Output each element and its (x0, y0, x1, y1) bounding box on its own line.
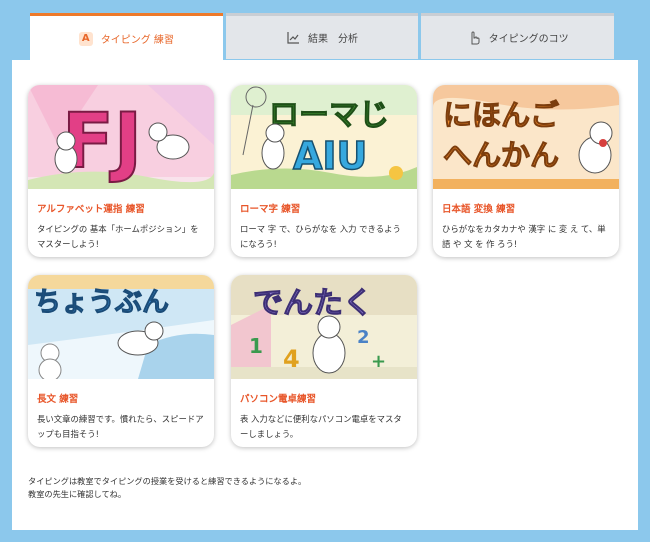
svg-text:にほんご: にほんご (443, 98, 559, 132)
svg-text:でんたく: でんたく (253, 286, 373, 321)
tab-result-analysis[interactable]: 結果 分析 (225, 13, 419, 59)
card-pc-calculator-practice[interactable]: でんたく 1 4 2 + パソコン電卓練習 表 入力などに便利なパソコン電卓をマ… (231, 275, 417, 447)
tab-bar: A タイピング 練習 結果 分析 タイピングのコツ (30, 13, 615, 61)
svg-text:4: 4 (283, 345, 300, 373)
svg-text:AIU: AIU (293, 134, 367, 178)
card-description: ひらがなをカタカナや 漢字 に 変 え て、単語 や 文 を 作 ろう! (442, 224, 606, 249)
letter-a-icon: A (78, 31, 93, 46)
tab-label: タイピングのコツ (488, 34, 569, 45)
card-title: 長文 練習 (37, 394, 79, 405)
card-illustration: FJ (28, 85, 214, 189)
svg-text:2: 2 (357, 327, 370, 348)
svg-text:ローマじ: ローマじ (269, 98, 389, 133)
footer-line: 教室の先生に確認してね。 (28, 489, 127, 499)
card-romaji-practice[interactable]: ローマじ AIU ローマ字 練習 ローマ 字 で、ひらがなを 入力 できるように… (231, 85, 417, 257)
card-description: ローマ 字 で、ひらがなを 入力 できるようになろう! (240, 224, 401, 249)
tab-typing-tips[interactable]: タイピングのコツ (421, 13, 615, 59)
card-illustration: でんたく 1 4 2 + (231, 275, 417, 379)
card-description: タイピングの 基本「ホームポジション」をマスターしよう! (37, 224, 199, 249)
card-title: ローマ字 練習 (240, 204, 301, 215)
card-illustration: ローマじ AIU (231, 85, 417, 189)
card-description: 長い文章の練習です。慣れたら、スピードアップも目指そう! (37, 414, 204, 439)
tab-typing-practice[interactable]: A タイピング 練習 (30, 13, 223, 61)
card-illustration: にほんご へんかん (433, 85, 619, 189)
card-title: パソコン電卓練習 (240, 394, 317, 405)
svg-text:ちょうぶん: ちょうぶん (34, 287, 169, 318)
card-alphabet-practice[interactable]: FJ アルファベット運指 練習 タイピングの 基本「ホームポジション」をマスター… (28, 85, 214, 257)
card-japanese-conversion-practice[interactable]: にほんご へんかん 日本語 変換 練習 ひらがなをカタカナや 漢字 に 変 え … (433, 85, 619, 257)
card-description: 表 入力などに便利なパソコン電卓をマスターしましょう。 (240, 414, 402, 439)
card-illustration: ちょうぶん (28, 275, 214, 379)
svg-text:へんかん: へんかん (443, 138, 559, 172)
card-title: 日本語 変換 練習 (442, 204, 516, 215)
pointing-hand-icon (467, 31, 481, 45)
line-chart-icon (286, 31, 300, 45)
footer-note: タイピングは教室でタイピングの授業を受けると練習できるようになるよ。 教室の先生… (28, 475, 306, 501)
card-title: アルファベット運指 練習 (37, 204, 145, 215)
card-long-text-practice[interactable]: ちょうぶん 長文 練習 長い文章の練習です。慣れたら、スピードアップも目指そう! (28, 275, 214, 447)
tab-label: タイピング 練習 (100, 35, 174, 46)
footer-line: タイピングは教室でタイピングの授業を受けると練習できるようになるよ。 (28, 476, 307, 486)
svg-text:+: + (371, 351, 386, 372)
tab-label: 結果 分析 (308, 34, 358, 45)
svg-text:1: 1 (249, 334, 263, 358)
